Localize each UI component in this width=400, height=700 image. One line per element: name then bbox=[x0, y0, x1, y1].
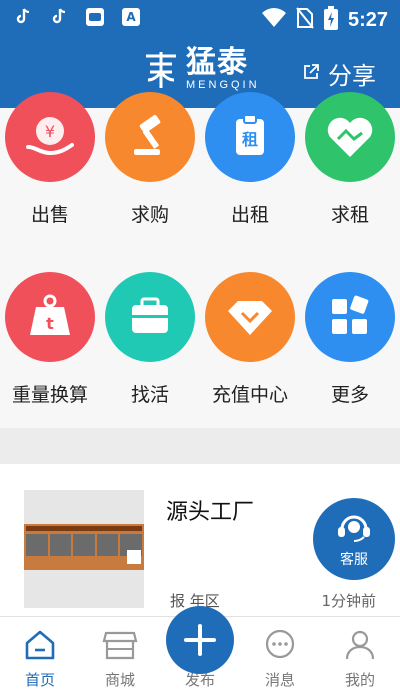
plus-icon bbox=[184, 624, 216, 656]
ad-image bbox=[24, 524, 144, 570]
wifi-icon bbox=[261, 8, 286, 32]
logo-mark-icon bbox=[146, 51, 176, 88]
tab-label: 我的 bbox=[344, 671, 375, 689]
no-sim-icon bbox=[296, 7, 314, 33]
customer-service-button[interactable]: 客服 bbox=[313, 498, 395, 580]
tab-label: 商城 bbox=[104, 671, 135, 689]
tiktok-icon bbox=[14, 8, 32, 26]
headset-icon bbox=[334, 509, 374, 547]
tab-label: 首页 bbox=[24, 671, 55, 689]
category-label: 求租 bbox=[330, 204, 369, 226]
share-button[interactable]: 分享 bbox=[302, 56, 376, 91]
gavel-icon bbox=[105, 92, 195, 182]
store-icon bbox=[102, 631, 138, 660]
category-label: 充值中心 bbox=[211, 384, 288, 406]
category-label: 更多 bbox=[330, 384, 369, 406]
app-icon bbox=[86, 8, 104, 26]
grid-icon bbox=[305, 272, 395, 362]
weight-glyph: t bbox=[46, 314, 54, 333]
share-icon bbox=[302, 63, 320, 85]
category-buy[interactable]: 求购 bbox=[100, 92, 200, 227]
battery-icon bbox=[323, 6, 338, 34]
user-icon bbox=[345, 630, 375, 660]
status-bar: A 5:27 bbox=[0, 0, 400, 36]
tab-store[interactable]: 商城 bbox=[80, 629, 160, 690]
tab-label: 消息 bbox=[264, 671, 295, 689]
listing-title: 源头工厂 bbox=[166, 500, 255, 525]
listing-thumbnail bbox=[24, 490, 144, 608]
category-more[interactable]: 更多 bbox=[300, 272, 400, 407]
home-icon bbox=[25, 630, 55, 660]
customer-service-label: 客服 bbox=[340, 552, 368, 568]
tiktok-icon bbox=[50, 8, 68, 26]
category-sell[interactable]: ¥ 出售 bbox=[0, 92, 100, 227]
category-recharge[interactable]: 充值中心 bbox=[200, 272, 300, 407]
brand-logo: 猛泰 MENGQIN bbox=[142, 48, 260, 91]
category-want-rent[interactable]: 求租 bbox=[300, 92, 400, 227]
a-icon: A bbox=[122, 8, 140, 26]
weight-icon: t bbox=[5, 272, 95, 362]
logo-subtext: MENGQIN bbox=[186, 79, 260, 91]
logo-text: 猛泰 bbox=[186, 45, 248, 80]
handshake-heart-icon bbox=[305, 92, 395, 182]
category-label: 求购 bbox=[130, 204, 169, 226]
rent-glyph: 租 bbox=[242, 130, 258, 149]
diamond-icon bbox=[205, 272, 295, 362]
rent-icon: 租 bbox=[205, 92, 295, 182]
category-grid: ¥ 出售 求购 租 出租 求租 t 重量换算 找活 充值中心 更多 bbox=[0, 92, 400, 428]
svg-text:¥: ¥ bbox=[45, 122, 55, 141]
listing-time: 1分钟前 bbox=[321, 592, 376, 610]
tab-messages[interactable]: 消息 bbox=[240, 629, 320, 690]
tab-home[interactable]: 首页 bbox=[0, 629, 80, 690]
clock: 5:27 bbox=[347, 8, 388, 31]
section-divider bbox=[0, 428, 400, 464]
tab-profile[interactable]: 我的 bbox=[320, 629, 400, 690]
qr-code-icon bbox=[127, 550, 141, 564]
category-label: 重量换算 bbox=[11, 384, 88, 406]
category-weight-convert[interactable]: t 重量换算 bbox=[0, 272, 100, 407]
briefcase-icon bbox=[105, 272, 195, 362]
category-label: 出租 bbox=[230, 204, 269, 226]
category-label: 出售 bbox=[30, 204, 69, 226]
category-find-work[interactable]: 找活 bbox=[100, 272, 200, 407]
category-rent-out[interactable]: 租 出租 bbox=[200, 92, 300, 227]
yuan-hand-icon: ¥ bbox=[5, 92, 95, 182]
chat-icon bbox=[265, 629, 295, 659]
publish-button[interactable] bbox=[166, 606, 234, 674]
share-label: 分享 bbox=[328, 62, 376, 90]
category-label: 找活 bbox=[130, 384, 169, 406]
